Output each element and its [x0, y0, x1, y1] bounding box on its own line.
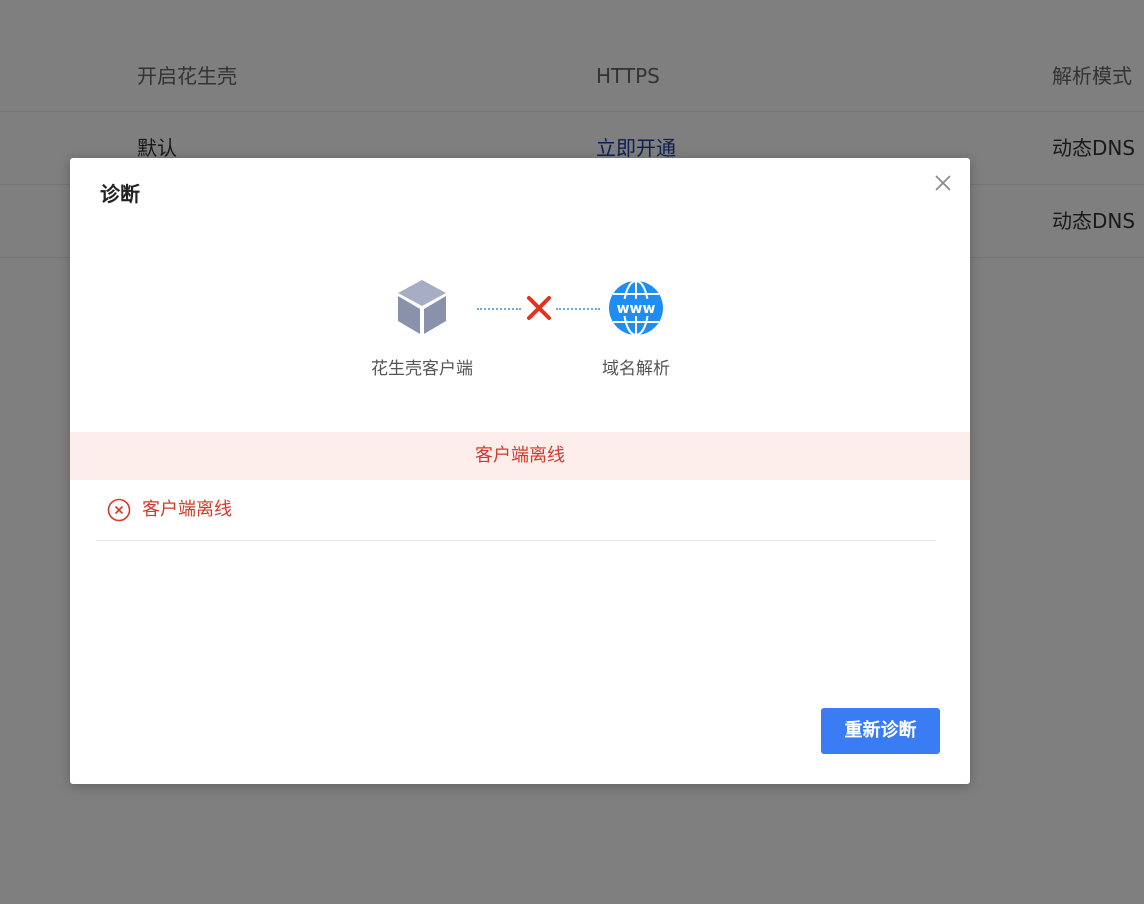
www-text: www	[617, 301, 656, 317]
diagnose-dialog: 诊断 花生壳客户端 www 域名解析 客户端离线 客户端离线 重新诊断	[70, 158, 970, 784]
dns-node: www 域名解析	[566, 278, 706, 379]
client-label: 花生壳客户端	[371, 359, 473, 379]
connection-line-left	[477, 308, 521, 310]
dialog-title: 诊断	[100, 182, 140, 206]
connection-diagram: 花生壳客户端 www 域名解析	[70, 278, 970, 379]
dns-label: 域名解析	[602, 359, 670, 379]
error-circle-icon	[107, 498, 131, 522]
client-node: 花生壳客户端	[352, 278, 492, 379]
close-icon[interactable]	[932, 172, 954, 194]
x-mark-icon	[527, 296, 551, 320]
globe-www-icon: www	[609, 280, 663, 336]
page: 开启花生壳 HTTPS 解析模式 默认 立即开通 动态DNS 动态DNS 诊断	[0, 0, 1144, 904]
result-text: 客户端离线	[142, 499, 232, 520]
status-banner: 客户端离线	[70, 432, 970, 480]
rediagnose-button[interactable]: 重新诊断	[821, 708, 940, 754]
cube-icon	[398, 280, 446, 334]
list-item: 客户端离线	[96, 480, 936, 541]
